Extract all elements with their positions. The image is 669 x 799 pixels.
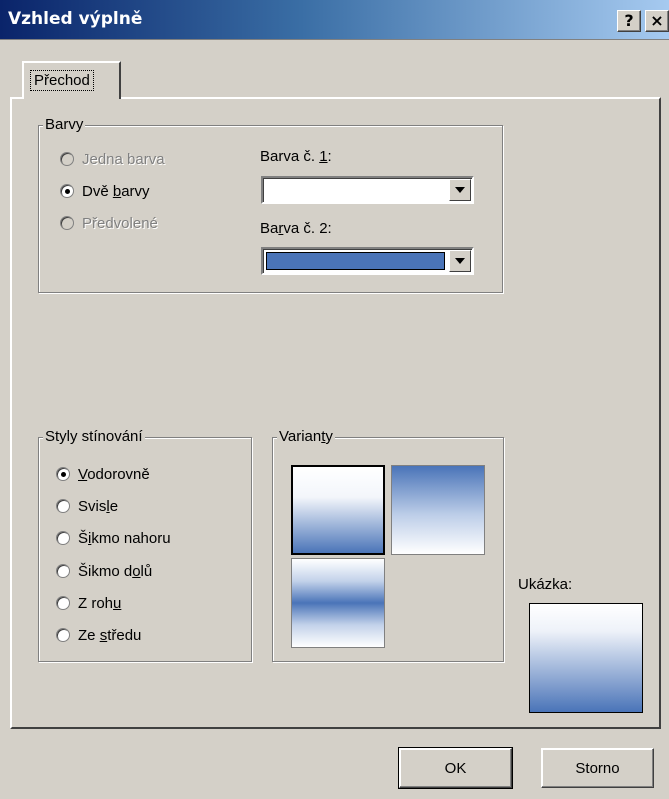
cancel-button[interactable]: Storno: [541, 748, 654, 788]
radio-diagonal-up[interactable]: Šikmo nahoru: [56, 527, 171, 549]
close-button[interactable]: ×: [645, 10, 669, 32]
radio-preset[interactable]: Předvolené: [60, 212, 158, 234]
title-bar: Vzhled výplně ? ×: [0, 0, 669, 40]
color2-swatch: [266, 252, 445, 270]
radio-from-corner[interactable]: Z rohu: [56, 592, 121, 614]
window-title: Vzhled výplně: [8, 9, 143, 29]
color2-label: Barva č. 2:: [260, 220, 332, 237]
radio-button[interactable]: [56, 467, 70, 481]
radio-label: Předvolené: [82, 214, 158, 232]
radio-horizontal[interactable]: Vodorovně: [56, 463, 150, 485]
variant-swatch-2[interactable]: [391, 465, 485, 555]
radio-button[interactable]: [56, 628, 70, 642]
chevron-down-icon: [455, 258, 465, 264]
radio-label: Vodorovně: [78, 465, 150, 483]
variants-legend: Varianty: [277, 428, 335, 446]
radio-button[interactable]: [56, 596, 70, 610]
dropdown-button[interactable]: [449, 179, 471, 201]
color1-label: Barva č. 1:: [260, 148, 332, 165]
radio-two-colors[interactable]: Dvě barvy: [60, 180, 150, 202]
variant-swatch-3[interactable]: [291, 558, 385, 648]
radio-label: Dvě barvy: [82, 182, 150, 200]
radio-vertical[interactable]: Svisle: [56, 495, 118, 517]
radio-label: Šikmo nahoru: [78, 529, 171, 547]
radio-button[interactable]: [56, 564, 70, 578]
radio-button[interactable]: [56, 531, 70, 545]
radio-button[interactable]: [60, 184, 74, 198]
radio-label: Šikmo dolů: [78, 562, 153, 580]
radio-button[interactable]: [60, 152, 74, 166]
radio-label: Svisle: [78, 497, 119, 515]
dropdown-button[interactable]: [449, 250, 471, 272]
help-button[interactable]: ?: [617, 10, 641, 32]
variant-swatch-1[interactable]: [291, 465, 385, 555]
radio-label: Z rohu: [78, 594, 122, 612]
tab-label: Přechod: [30, 70, 94, 91]
radio-label: Jedna barva: [82, 150, 165, 168]
shading-styles-legend: Styly stínování: [43, 428, 145, 446]
preview-label: Ukázka:: [518, 576, 573, 593]
radio-from-center[interactable]: Ze středu: [56, 624, 141, 646]
preview-swatch: [529, 603, 643, 713]
radio-label: Ze středu: [78, 626, 142, 644]
color2-dropdown[interactable]: [261, 247, 474, 275]
radio-button[interactable]: [56, 499, 70, 513]
radio-diagonal-down[interactable]: Šikmo dolů: [56, 560, 152, 582]
chevron-down-icon: [455, 187, 465, 193]
colors-legend: Barvy: [43, 116, 86, 134]
color1-swatch: [266, 181, 445, 199]
radio-one-color[interactable]: Jedna barva: [60, 148, 165, 170]
color1-dropdown[interactable]: [261, 176, 474, 204]
tab-gradient[interactable]: Přechod: [22, 61, 121, 99]
ok-button[interactable]: OK: [398, 747, 513, 789]
radio-button[interactable]: [60, 216, 74, 230]
